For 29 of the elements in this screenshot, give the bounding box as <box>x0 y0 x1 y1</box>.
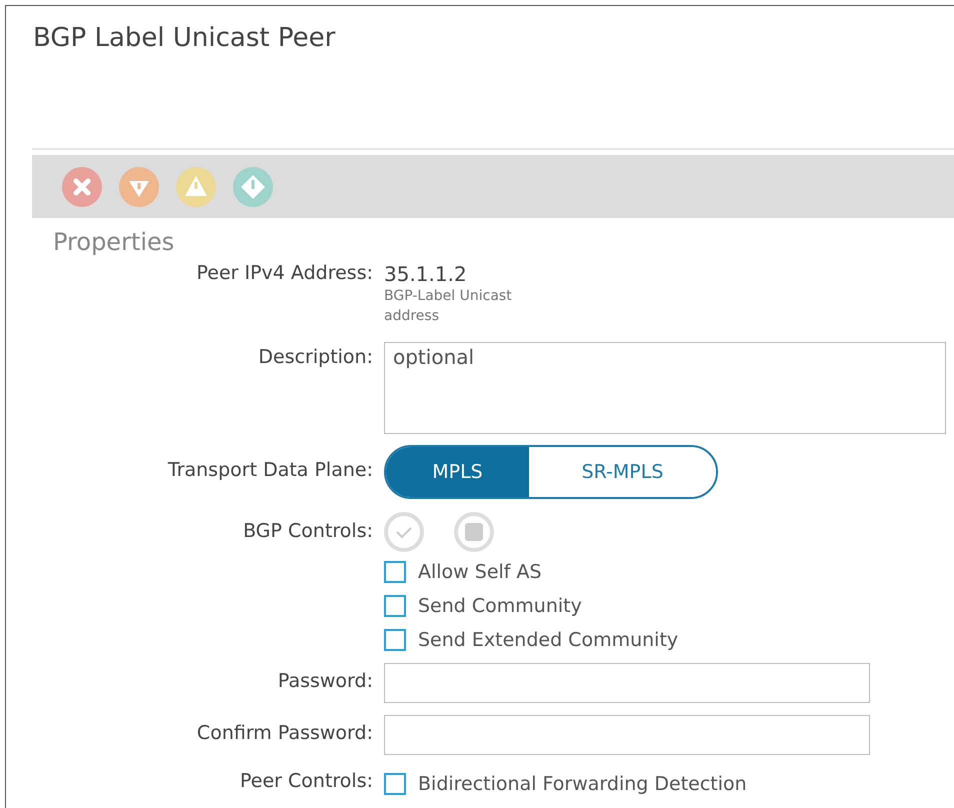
checkbox[interactable] <box>384 629 406 651</box>
checkbox-label: Send Extended Community <box>418 629 678 651</box>
password-field[interactable] <box>384 715 870 755</box>
field-value: 35.1.1.2 <box>384 262 468 286</box>
checkbox[interactable] <box>384 561 406 583</box>
major-fault-icon[interactable] <box>119 166 159 206</box>
field-hint: BGP-Label Unicast address <box>384 287 513 326</box>
warning-fault-icon[interactable] <box>233 166 273 206</box>
clear-all-icon[interactable] <box>454 512 494 552</box>
password-field[interactable] <box>384 663 870 703</box>
section-heading: Properties <box>52 227 176 256</box>
critical-fault-icon[interactable] <box>62 166 102 206</box>
field-label: BGP Controls: <box>242 519 373 542</box>
checkbox-label: Send Community <box>418 595 582 617</box>
minor-fault-icon[interactable] <box>176 166 216 206</box>
field-label: Transport Data Plane: <box>166 458 373 481</box>
checkbox[interactable] <box>384 773 406 795</box>
field-label: Description: <box>257 345 373 368</box>
checkbox-label: Allow Self AS <box>418 561 542 583</box>
toggle-option[interactable]: MPLS <box>386 447 529 497</box>
field-label: Peer IPv4 Address: <box>195 262 373 284</box>
select-all-icon[interactable] <box>384 512 424 552</box>
field-label: Peer Controls: <box>239 769 373 792</box>
field-label: Confirm Password: <box>196 721 373 744</box>
checkbox-label: Bidirectional Forwarding Detection <box>418 773 747 795</box>
checkbox[interactable] <box>384 595 406 617</box>
field-label: Password: <box>276 669 373 692</box>
description-field[interactable]: optional <box>384 342 946 434</box>
window-title: BGP Label Unicast Peer <box>32 22 336 55</box>
